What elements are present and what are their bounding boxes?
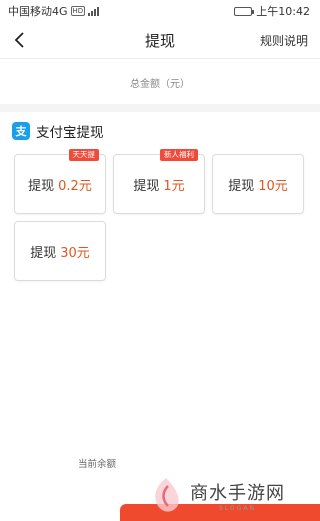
- battery-icon: [234, 6, 255, 16]
- option-prefix: 提现: [28, 178, 55, 194]
- option-amount: 10元: [258, 178, 288, 194]
- alipay-header: 支 支付宝提现: [12, 121, 104, 141]
- total-label: 总金额（元）: [130, 78, 190, 90]
- alipay-icon: 支: [12, 122, 30, 140]
- status-bar: 中国移动4G HD 上午10:42: [0, 0, 320, 22]
- watermark-sub: SLOGAN: [219, 505, 256, 512]
- option-badge: 新人福利: [160, 149, 198, 161]
- section-gap: [0, 104, 320, 112]
- watermark: 商水手游网 SLOGAN: [148, 470, 320, 521]
- clock: 上午10:42: [256, 5, 310, 18]
- option-prefix: 提现: [30, 245, 57, 261]
- alipay-title: 支付宝提现: [36, 125, 104, 141]
- option-amount: 0.2元: [58, 178, 92, 194]
- signal-icon: [88, 6, 100, 16]
- carrier-label: 中国移动4G: [8, 5, 68, 18]
- option-prefix: 提现: [133, 178, 160, 194]
- withdraw-option-30[interactable]: 提现 30元: [14, 221, 106, 281]
- hd-badge: HD: [70, 6, 86, 16]
- back-button[interactable]: [8, 28, 32, 52]
- rules-link[interactable]: 规则说明: [260, 32, 308, 49]
- nav-bar: 提现 规则说明: [0, 22, 320, 58]
- total-section: 总金额（元）: [0, 59, 320, 105]
- option-amount: 30元: [60, 245, 90, 261]
- balance-label: 当前余额: [78, 459, 117, 470]
- withdraw-option-1[interactable]: 提现 1元 新人福利: [113, 149, 205, 214]
- option-badge: 天天提: [68, 149, 99, 161]
- status-left: 中国移动4G HD: [8, 3, 100, 19]
- watermark-logo-icon: [155, 477, 179, 512]
- option-prefix: 提现: [228, 178, 255, 194]
- status-right: 上午10:42: [234, 3, 310, 19]
- withdraw-option-10[interactable]: 提现 10元: [212, 154, 304, 214]
- page-title: 提现: [144, 31, 175, 50]
- chevron-left-icon: [14, 32, 24, 48]
- option-amount: 1元: [163, 178, 185, 194]
- withdraw-option-0-2[interactable]: 提现 0.2元 天天提: [14, 149, 106, 214]
- watermark-text: 商水手游网: [190, 483, 285, 504]
